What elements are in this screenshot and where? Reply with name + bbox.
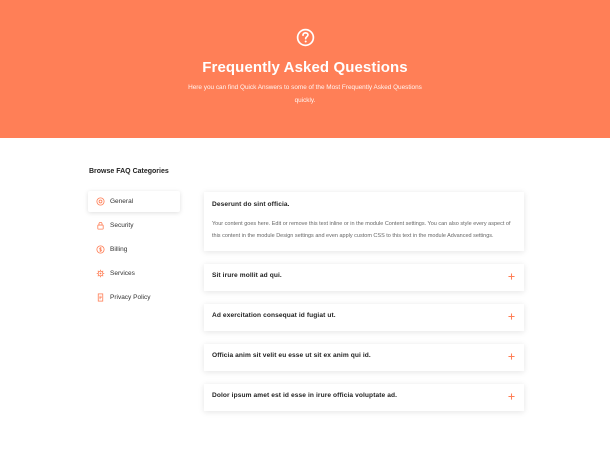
category-services[interactable]: Services xyxy=(88,263,180,284)
category-general[interactable]: General xyxy=(88,191,180,212)
page-subtitle: Here you can find Quick Answers to some … xyxy=(188,84,422,104)
plus-icon[interactable] xyxy=(508,353,515,360)
plus-icon[interactable] xyxy=(508,273,515,280)
faq-item: Deserunt do sint officia. Your content g… xyxy=(204,192,524,251)
category-label: Services xyxy=(110,270,135,277)
plus-icon[interactable] xyxy=(508,313,515,320)
category-label: Privacy Policy xyxy=(110,294,151,301)
document-icon xyxy=(97,293,104,302)
faq-list: Deserunt do sint officia. Your content g… xyxy=(204,192,524,424)
faq-question[interactable]: Officia anim sit velit eu esse ut sit ex… xyxy=(204,344,524,371)
lock-icon xyxy=(97,222,104,230)
page-title: Frequently Asked Questions xyxy=(202,59,408,76)
faq-question[interactable]: Ad exercitation consequat id fugiat ut. xyxy=(204,304,524,331)
faq-item: Ad exercitation consequat id fugiat ut. xyxy=(204,304,524,331)
categories-heading: Browse FAQ Categories xyxy=(89,168,169,175)
faq-item: Dolor ipsum amet est id esse in irure of… xyxy=(204,384,524,411)
hero-banner: Frequently Asked Questions Here you can … xyxy=(0,0,610,138)
faq-item: Officia anim sit velit eu esse ut sit ex… xyxy=(204,344,524,371)
category-list: General Security Billing Services Privac… xyxy=(88,191,180,311)
dollar-icon xyxy=(96,245,105,254)
category-billing[interactable]: Billing xyxy=(88,239,180,260)
question-circle-icon xyxy=(296,28,315,47)
faq-question[interactable]: Dolor ipsum amet est id esse in irure of… xyxy=(204,384,524,411)
plus-icon[interactable] xyxy=(508,393,515,400)
gear-icon xyxy=(96,197,105,206)
faq-question[interactable]: Deserunt do sint officia. xyxy=(204,192,524,213)
cog-icon xyxy=(96,269,105,278)
faq-answer: Your content goes here. Edit or remove t… xyxy=(212,221,511,239)
category-label: Billing xyxy=(110,246,128,253)
faq-question[interactable]: Sit irure mollit ad qui. xyxy=(204,264,524,291)
faq-item: Sit irure mollit ad qui. xyxy=(204,264,524,291)
category-label: Security xyxy=(110,222,134,229)
category-label: General xyxy=(110,198,134,205)
category-privacy-policy[interactable]: Privacy Policy xyxy=(88,287,180,308)
category-security[interactable]: Security xyxy=(88,215,180,236)
